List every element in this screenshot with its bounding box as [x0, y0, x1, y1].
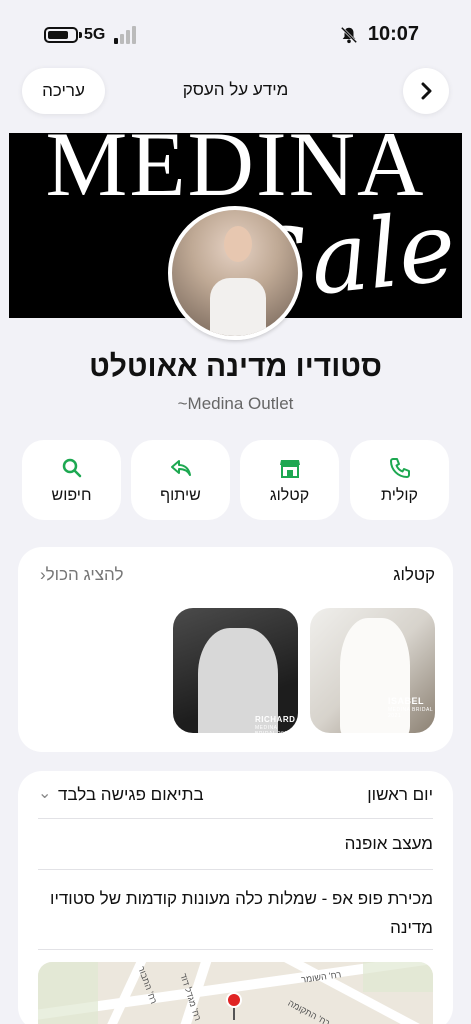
catalog-item[interactable]: RICHARD MEDINA BRIDAL 2021	[173, 608, 298, 733]
catalog-item-tag: ISABEL	[388, 696, 425, 706]
avatar[interactable]	[168, 206, 302, 340]
show-all-link[interactable]: להציג הכול‹	[34, 565, 123, 585]
network-label: 5G	[84, 26, 106, 43]
catalog-title: קטלוג	[393, 565, 435, 584]
back-button[interactable]	[403, 68, 449, 114]
chevron-down-icon: ⌄	[38, 785, 52, 802]
show-all-label: להציג הכול	[45, 565, 124, 584]
hours-row[interactable]: יום ראשון בתיאום פגישה בלבד ⌄	[38, 771, 433, 819]
search-icon	[62, 458, 81, 478]
catalog-item-subtag: MEDINA BRIDAL 2021	[388, 707, 433, 719]
store-icon	[279, 460, 300, 478]
catalog-card: קטלוג להציג הכול‹ ISABEL MEDINA BRIDAL 2…	[18, 547, 453, 752]
voice-call-label: קולית	[381, 487, 418, 504]
location-map[interactable]: רח' השומר רח' התבור רח' מגדל דוד רח' התק…	[38, 962, 433, 1024]
search-label: חיפוש	[51, 487, 92, 504]
business-name: סטודיו מדינה אאוטלט	[89, 350, 382, 383]
status-bar: 5G 10:07	[0, 0, 471, 64]
map-street-label: רח' התקומה	[286, 997, 332, 1024]
description-row: מכירת פופ אפ - שמלות כלה מעונות קודמות ש…	[38, 870, 433, 950]
phone-icon	[389, 458, 410, 478]
map-pin-icon[interactable]	[226, 992, 242, 1008]
battery-icon	[44, 27, 82, 43]
catalog-item-subtag: MEDINA BRIDAL 2021	[255, 725, 290, 733]
business-category: מעצב אופנה	[344, 834, 433, 853]
business-subtitle: ~Medina Outlet	[177, 394, 294, 413]
voice-call-button[interactable]: קולית	[350, 440, 449, 520]
chevron-right-icon	[421, 82, 432, 100]
action-row: קולית קטלוג שיתוף חיפוש	[22, 440, 449, 520]
business-info-card: יום ראשון בתיאום פגישה בלבד ⌄ מעצב אופנה…	[18, 771, 453, 1024]
catalog-item-tag: RICHARD	[255, 715, 296, 724]
edit-button[interactable]: עריכה	[22, 68, 105, 114]
clock: 10:07	[367, 23, 419, 45]
hours-day: יום ראשון	[367, 785, 433, 804]
catalog-label: קטלוג	[269, 487, 310, 504]
nav-bar: עריכה מידע על העסק	[0, 64, 471, 118]
hours-value: בתיאום פגישה בלבד	[58, 785, 204, 804]
share-icon	[170, 460, 191, 476]
share-button[interactable]: שיתוף	[131, 440, 230, 520]
catalog-button[interactable]: קטלוג	[240, 440, 339, 520]
share-label: שיתוף	[160, 487, 201, 504]
business-description: מכירת פופ אפ - שמלות כלה מעונות קודמות ש…	[50, 889, 433, 937]
category-row: מעצב אופנה	[38, 819, 433, 870]
page-title: מידע על העסק	[182, 80, 289, 99]
signal-icon	[114, 26, 140, 44]
search-button[interactable]: חיפוש	[22, 440, 121, 520]
catalog-item[interactable]: ISABEL MEDINA BRIDAL 2021	[310, 608, 435, 733]
muted-bell-icon	[340, 26, 358, 44]
